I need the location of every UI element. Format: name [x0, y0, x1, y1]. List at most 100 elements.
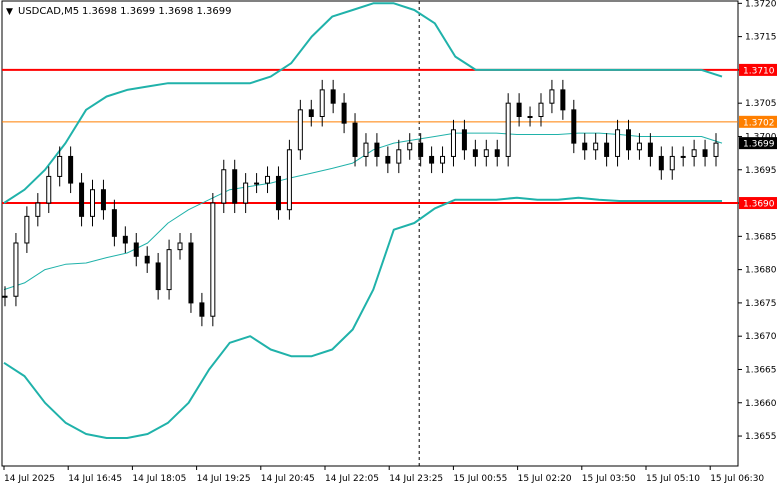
x-tick-label: 14 Jul 20:45 — [261, 474, 315, 484]
x-tick-label: 15 Jul 02:20 — [518, 474, 572, 484]
candle-body — [571, 109, 577, 144]
candle-body — [429, 155, 435, 164]
candle-body — [155, 262, 161, 291]
candle-body — [396, 149, 402, 164]
y-tick-label: 1.3660 — [745, 399, 777, 409]
price-level-label: 1.3702 — [743, 118, 775, 128]
candle-body — [133, 242, 139, 257]
x-tick-label: 15 Jul 03:50 — [582, 474, 636, 484]
price-chart[interactable]: 1.3655 1.3660 1.3665 1.3670 1.3675 1.3680 1.36… — [0, 0, 781, 489]
price-level-label: 1.3710 — [743, 66, 775, 76]
candle-body — [341, 102, 347, 124]
candle-body — [275, 175, 281, 211]
moving-average-line — [3, 132, 723, 291]
candle-body — [636, 142, 642, 151]
candle-body — [286, 149, 292, 211]
candle-body — [604, 142, 610, 157]
y-tick-label: 1.3665 — [745, 365, 777, 375]
candle-body — [243, 182, 249, 204]
y-tick-label: 1.3655 — [745, 432, 777, 442]
candle-body — [210, 202, 216, 317]
candle-body — [407, 142, 413, 151]
y-tick-label: 1.3720 — [745, 0, 777, 9]
candle-body — [418, 142, 424, 157]
candle-body — [57, 155, 63, 177]
candle-body — [79, 182, 85, 217]
x-tick-label: 14 Jul 18:05 — [132, 474, 186, 484]
candle-body — [593, 142, 599, 151]
candle-body — [647, 142, 653, 157]
candle-body — [450, 129, 456, 157]
chart-symbol: USDCAD,M5 — [18, 6, 79, 17]
x-tick-label: 15 Jul 05:10 — [646, 474, 700, 484]
x-tick-label: 14 Jul 22:05 — [325, 474, 379, 484]
candle-body — [713, 142, 719, 157]
candle-body — [680, 155, 686, 158]
candle-body — [702, 149, 708, 157]
candle-body — [549, 89, 555, 104]
candle-body — [352, 122, 358, 157]
y-tick-label: 1.3675 — [745, 299, 777, 309]
y-tick-label: 1.3715 — [745, 33, 777, 43]
y-tick-label: 1.3705 — [745, 99, 777, 109]
bollinger-lower-line — [3, 196, 722, 439]
candle-body — [177, 242, 183, 251]
candle-body — [625, 129, 631, 151]
candle-body — [516, 102, 522, 117]
y-tick-label: 1.3685 — [745, 232, 777, 242]
candle-body — [483, 149, 489, 157]
candle-body — [494, 149, 500, 157]
candle-body — [385, 155, 391, 164]
candle-body — [221, 169, 227, 204]
candle-body — [440, 155, 446, 164]
candle-body — [265, 175, 271, 184]
candle-body — [188, 242, 194, 304]
candle-body — [111, 209, 117, 237]
candle-body — [13, 242, 19, 297]
candle-body — [615, 129, 621, 157]
candle-body — [472, 149, 478, 157]
candle-body — [538, 102, 544, 117]
current-price-label: 1.3699 — [743, 140, 775, 150]
candle-body — [166, 249, 172, 291]
candle-body — [658, 155, 664, 171]
y-tick-label: 1.3680 — [745, 266, 777, 276]
candle-body — [100, 189, 106, 211]
candle-body — [319, 89, 325, 117]
x-tick-label: 14 Jul 19:25 — [197, 474, 251, 484]
candle-body — [144, 255, 150, 264]
chart-header-marker: ▼ — [6, 7, 13, 17]
candle-body — [90, 189, 96, 217]
candle-body — [199, 302, 205, 317]
candle-body — [122, 235, 128, 244]
candle-body — [527, 116, 533, 118]
x-tick-label: 14 Jul 23:25 — [389, 474, 443, 484]
x-tick-label: 15 Jul 00:55 — [453, 474, 507, 484]
bollinger-upper-line — [3, 2, 723, 204]
candle-body — [330, 89, 336, 104]
price-level-label: 1.3690 — [743, 200, 775, 210]
candle-body — [46, 175, 52, 204]
candle-body — [24, 215, 30, 244]
candle-body — [232, 169, 238, 204]
candle-body — [2, 295, 8, 298]
candle-body — [582, 142, 588, 151]
x-tick-label: 14 Jul 16:45 — [68, 474, 122, 484]
candle-body — [254, 182, 260, 185]
candle-body — [374, 142, 380, 157]
y-tick-label: 1.3695 — [745, 166, 777, 176]
x-tick-label: 14 Jul 2025 — [4, 474, 55, 484]
candle-body — [505, 102, 511, 157]
candle-body — [68, 155, 74, 184]
candle-body — [308, 109, 314, 117]
candle-body — [297, 109, 303, 151]
candle-body — [35, 202, 41, 217]
chart-ohlc: 1.3698 1.3699 1.3698 1.3699 — [82, 6, 232, 17]
candle-body — [461, 129, 467, 151]
candle-body — [691, 149, 697, 157]
candle-body — [669, 155, 675, 171]
candle-body — [363, 142, 369, 157]
x-tick-label: 15 Jul 06:30 — [710, 474, 764, 484]
candle-body — [560, 89, 566, 111]
chart-canvas: 1.3655 1.3660 1.3665 1.3670 1.3675 1.3680 1.36… — [1, 0, 777, 484]
